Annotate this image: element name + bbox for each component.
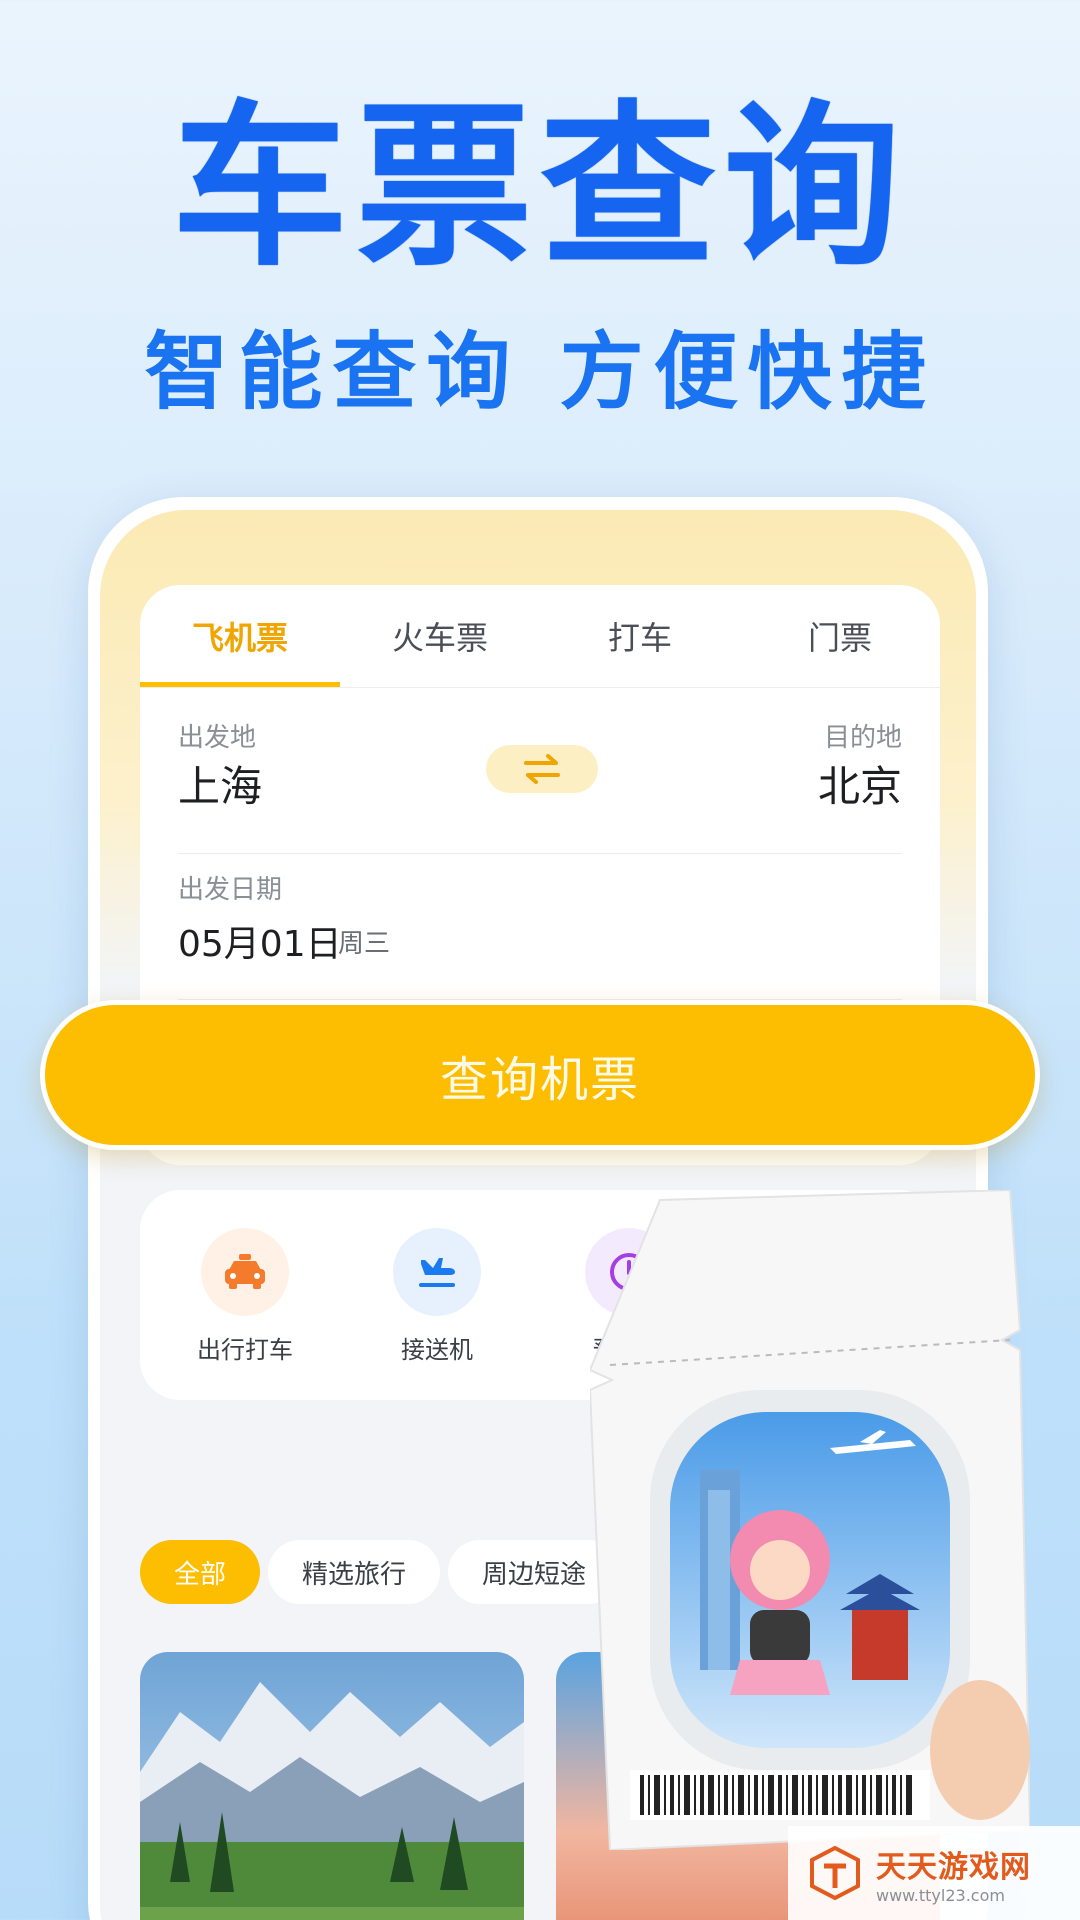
hero-subtitle: 智能查询 方便快捷 (144, 323, 936, 421)
site-watermark: 天天游戏网 www.ttyl23.com (788, 1826, 1080, 1920)
chip-selected-travel[interactable]: 精选旅行 (268, 1540, 441, 1604)
tab-bar: 飞机票 火车票 打车 门票 (140, 585, 940, 687)
taxi-icon (201, 1228, 289, 1316)
service-airport-transfer[interactable]: 接送机 (352, 1228, 522, 1365)
swap-button[interactable] (486, 745, 598, 793)
tab-ticket[interactable]: 门票 (740, 585, 940, 687)
tab-taxi[interactable]: 打车 (540, 585, 740, 687)
service-taxi[interactable]: 出行打车 (160, 1228, 330, 1365)
boarding-pass-illustration (588, 1188, 1032, 1852)
to-city[interactable]: 北京 (818, 753, 902, 814)
date-label: 出发日期 (178, 875, 283, 905)
from-label: 出发地 (178, 723, 257, 753)
to-label: 目的地 (823, 723, 902, 753)
tab-train[interactable]: 火车票 (340, 585, 540, 687)
tab-flight[interactable]: 飞机票 (140, 585, 340, 687)
chip-all[interactable]: 全部 (140, 1540, 261, 1604)
service-airport-label: 接送机 (401, 1336, 473, 1364)
destination-photo-mountains[interactable] (140, 1652, 524, 1920)
from-city[interactable]: 上海 (178, 753, 262, 814)
service-taxi-label: 出行打车 (197, 1336, 293, 1364)
date-weekday: 周三 (338, 929, 391, 959)
tab-divider (140, 687, 940, 688)
watermark-name: 天天游戏网 (876, 1849, 1031, 1885)
cube-logo-icon (810, 1845, 860, 1901)
swap-arrows-icon (524, 754, 560, 784)
route-divider (178, 853, 902, 854)
date-value[interactable]: 05月01日 (178, 915, 342, 967)
search-flights-button[interactable]: 查询机票 (40, 1000, 1040, 1150)
category-chips: 全部 精选旅行 周边短途 (140, 1540, 621, 1604)
watermark-url: www.ttyl23.com (876, 1885, 1005, 1905)
hero-title: 车票查询 (171, 85, 908, 290)
plane-landing-icon (393, 1228, 481, 1316)
